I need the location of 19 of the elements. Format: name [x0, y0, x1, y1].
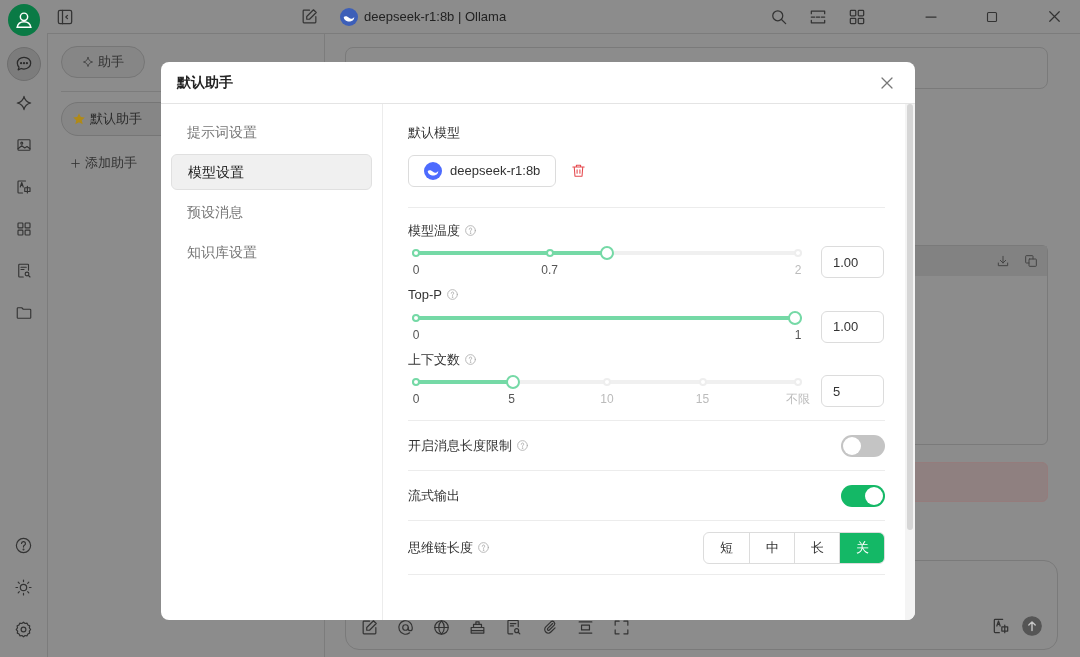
setting-label: 上下文数: [408, 350, 460, 369]
setting-label: 开启消息长度限制: [408, 436, 512, 455]
slider-tick-label: 5: [508, 391, 515, 408]
slider-tick-label: 0: [412, 262, 420, 279]
slider-tick-label: 15: [695, 391, 710, 408]
dialog-title: 默认助手: [177, 73, 233, 92]
slider-tick-label: 10: [600, 391, 614, 408]
setting-label: 模型温度: [408, 221, 460, 240]
setting-label: 默认模型: [408, 124, 461, 142]
slider-tick-label: 不限: [786, 391, 810, 408]
slider-tick-label: 1: [794, 326, 802, 344]
slider-tick-label: 2: [794, 262, 802, 279]
setting-label: 思维链长度: [408, 538, 473, 557]
slider-tick-label: 0: [412, 391, 420, 408]
window-title: deepseek-r1:8b | Ollama: [364, 7, 507, 26]
slider-tick-label: 0.7: [541, 262, 559, 279]
setting-label: 流式输出: [408, 486, 460, 505]
slider-tick-label: 0: [412, 326, 420, 344]
setting-label: Top-P: [408, 286, 442, 304]
